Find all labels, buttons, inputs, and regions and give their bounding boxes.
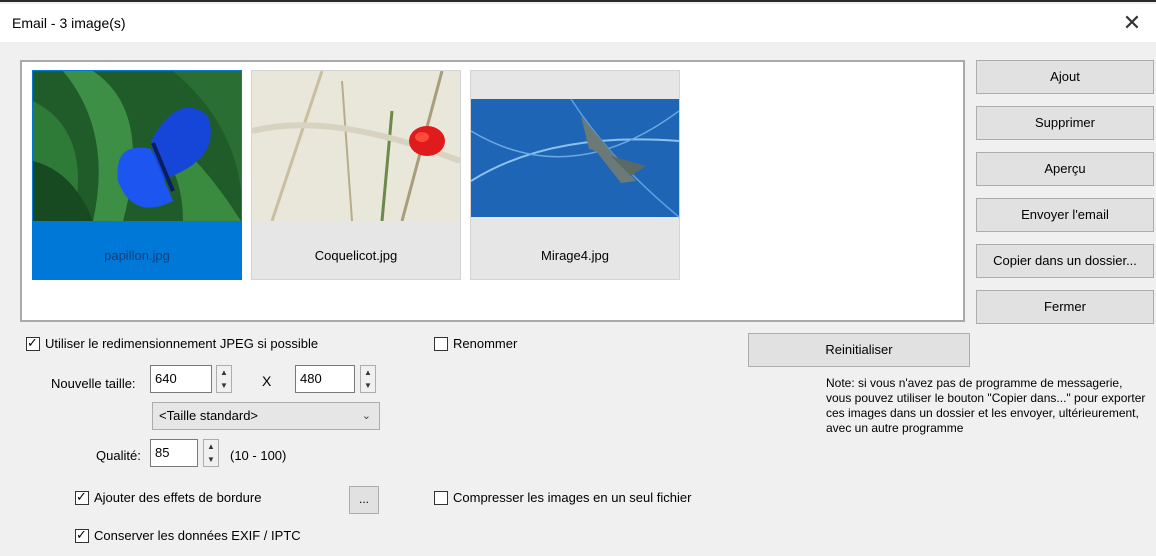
title-bar: Email - 3 image(s) ✕ — [0, 4, 1156, 42]
compress-label: Compresser les images en un seul fichier — [453, 490, 692, 505]
quality-input[interactable]: 85 — [150, 439, 198, 467]
ajout-button[interactable]: Ajout — [976, 60, 1154, 94]
thumbnail-caption: Coquelicot.jpg — [314, 248, 398, 263]
thumbnail-caption: Mirage4.jpg — [541, 248, 609, 263]
image-thumbnail-papillon[interactable]: papillon.jpg — [32, 70, 242, 280]
jet-image — [471, 71, 679, 221]
supprimer-button[interactable]: Supprimer — [976, 106, 1154, 140]
size-label: Nouvelle taille: — [51, 376, 136, 391]
image-thumbnail-coquelicot[interactable]: Coquelicot.jpg — [251, 70, 461, 280]
fermer-button[interactable]: Fermer — [976, 290, 1154, 324]
resize-checkbox[interactable] — [26, 335, 40, 351]
border-effects-label: Ajouter des effets de bordure — [94, 490, 262, 505]
quality-range: (10 - 100) — [230, 448, 287, 463]
height-spinner[interactable]: ▲ ▼ — [360, 365, 376, 393]
image-list[interactable]: papillon.jpg Coquelicot.jpg Mirage4.jpg — [20, 60, 965, 322]
standard-size-dropdown[interactable]: <Taille standard> ⌄ — [152, 402, 380, 430]
exif-checkbox[interactable] — [75, 527, 89, 543]
border-effects-checkbox[interactable] — [75, 489, 89, 505]
resize-label: Utiliser le redimensionnement JPEG si po… — [45, 336, 319, 351]
image-thumbnail-mirage[interactable]: Mirage4.jpg — [470, 70, 680, 280]
note-text: Note: si vous n'avez pas de programme de… — [826, 376, 1146, 435]
width-input[interactable]: 640 — [150, 365, 212, 393]
reinitialiser-button[interactable]: Reinitialiser — [748, 333, 970, 367]
apercu-button[interactable]: Aperçu — [976, 152, 1154, 186]
standard-size-value: <Taille standard> — [159, 408, 259, 423]
send-email-button[interactable]: Envoyer l'email — [976, 198, 1154, 232]
compress-checkbox[interactable] — [434, 491, 448, 505]
height-input[interactable]: 480 — [295, 365, 355, 393]
quality-label: Qualité: — [96, 448, 141, 463]
butterfly-image — [33, 71, 241, 221]
border-options-button[interactable]: ... — [349, 486, 379, 514]
rename-checkbox[interactable] — [434, 337, 448, 351]
copy-to-folder-button[interactable]: Copier dans un dossier... — [976, 244, 1154, 278]
email-dialog: Email - 3 image(s) ✕ papillon.jpg Coquel… — [0, 0, 1156, 556]
thumbnail-caption: papillon.jpg — [104, 248, 170, 263]
rename-label: Renommer — [453, 336, 518, 351]
width-spinner[interactable]: ▲ ▼ — [216, 365, 232, 393]
poppy-image — [252, 71, 460, 221]
quality-spinner[interactable]: ▲ ▼ — [203, 439, 219, 467]
close-icon[interactable]: ✕ — [1118, 10, 1146, 36]
exif-label: Conserver les données EXIF / IPTC — [94, 528, 301, 543]
chevron-down-icon: ⌄ — [361, 410, 371, 422]
x-label: X — [262, 373, 272, 389]
window-title: Email - 3 image(s) — [12, 15, 126, 31]
